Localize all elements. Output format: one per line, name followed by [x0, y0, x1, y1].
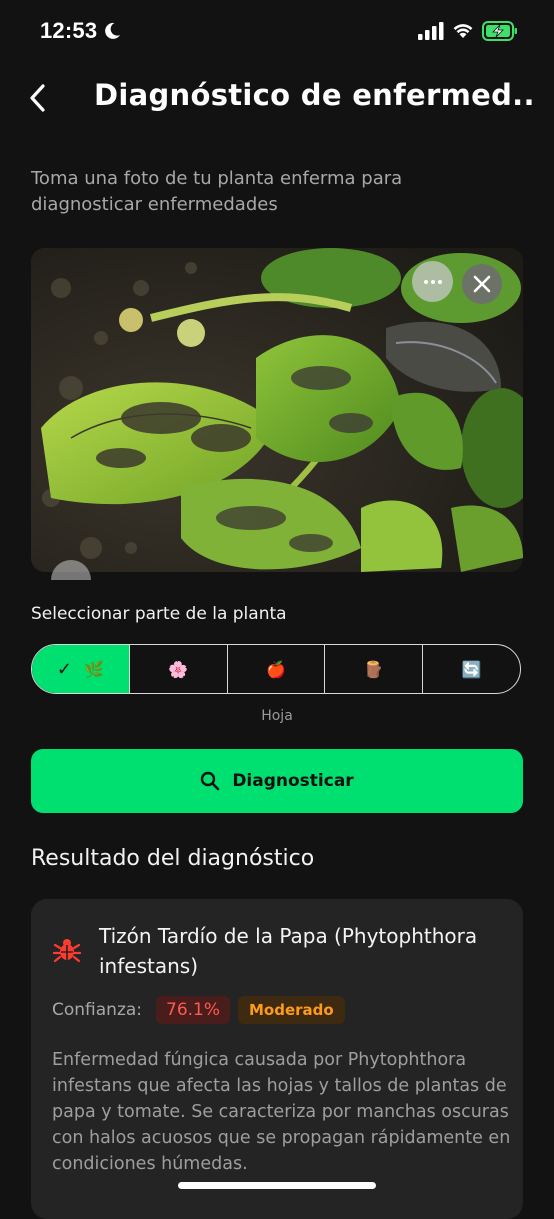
plant-part-flower[interactable]: 🌸 [128, 645, 227, 693]
ellipsis-icon [423, 279, 442, 284]
diagnose-button-label: Diagnosticar [232, 771, 354, 791]
plant-part-leaf[interactable]: ✓ 🌿 [32, 645, 129, 693]
leaf-icon: 🌿 [83, 659, 104, 679]
close-icon [473, 275, 491, 293]
status-time: 12:53 [40, 18, 98, 43]
chevron-left-icon [30, 84, 45, 112]
remove-photo-button[interactable] [462, 264, 502, 304]
confidence-badge: 76.1% [156, 996, 231, 1024]
home-indicator [178, 1182, 376, 1189]
wood-icon: 🪵 [363, 659, 384, 679]
plant-photo-image [31, 248, 523, 572]
flower-icon: 🌸 [168, 659, 189, 679]
checkmark-icon: ✓ [56, 658, 72, 680]
plant-part-other[interactable]: 🔄 [422, 645, 520, 693]
severity-badge: Moderado [238, 996, 345, 1024]
plant-part-selector: ✓ 🌿 🌸 🍎 🪵 🔄 [31, 644, 521, 694]
confidence-label: Confianza: [52, 1000, 143, 1020]
plant-part-fruit[interactable]: 🍎 [226, 645, 325, 693]
moon-icon [105, 22, 120, 39]
header: Diagnóstico de enfermed... [0, 64, 554, 134]
more-options-button[interactable] [412, 261, 453, 302]
instructions-text: Toma una foto de tu planta enferma para … [31, 168, 403, 215]
refresh-icon: 🔄 [461, 659, 482, 679]
apple-icon: 🍎 [266, 659, 286, 679]
results-heading: Resultado del diagnóstico [31, 846, 315, 871]
search-icon [201, 771, 220, 791]
battery-charging-icon [482, 21, 517, 41]
plant-photo [31, 248, 523, 572]
disease-description: Enfermedad fúngica causada por Phytophth… [52, 1050, 511, 1174]
disease-name: Tizón Tardío de la Papa (Phytophthora in… [99, 924, 478, 978]
selected-part-caption: Hoja [261, 708, 293, 724]
signal-icon [418, 22, 444, 40]
bug-icon [53, 939, 81, 963]
back-button[interactable] [20, 78, 56, 118]
status-bar: 12:53 [0, 0, 554, 64]
page-title: Diagnóstico de enfermed... [94, 78, 534, 112]
plant-part-stem[interactable]: 🪵 [324, 645, 422, 693]
plant-part-label: Seleccionar parte de la planta [31, 604, 287, 624]
wifi-icon [453, 24, 473, 38]
diagnose-button[interactable]: Diagnosticar [31, 749, 523, 813]
